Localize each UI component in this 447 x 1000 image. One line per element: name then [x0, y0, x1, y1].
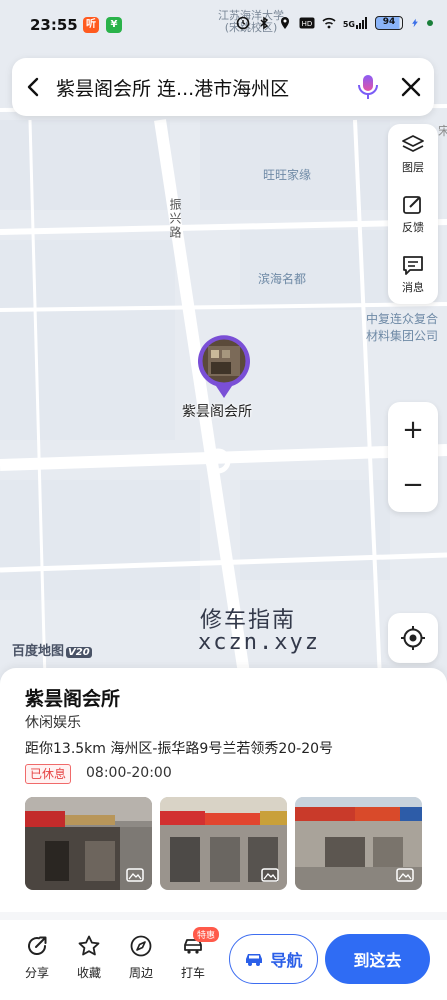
share-label: 分享 — [24, 966, 49, 980]
favorite-label: 收藏 — [76, 966, 101, 980]
clear-search-button[interactable] — [388, 58, 434, 116]
status-time: 23:55 — [30, 16, 78, 34]
car-icon — [246, 954, 263, 966]
locate-me-button[interactable] — [388, 613, 438, 663]
compass-icon — [130, 935, 152, 957]
baidu-map-logo: 百度地图 V20 — [12, 640, 92, 659]
map-label-edge: 宋 — [438, 124, 447, 138]
place-photo-3[interactable] — [295, 797, 422, 890]
gallery-icon — [396, 868, 414, 882]
watermark-en: xczn.xyz — [198, 630, 320, 655]
business-hours: 08:00-20:00 — [86, 765, 172, 781]
layers-button[interactable]: 图层 — [388, 124, 438, 184]
status-bar: 23:55 听 ¥ 江苏海洋大学 (宋跳校区) HD 5G 94 — [0, 0, 447, 50]
feedback-button[interactable]: 反馈 — [388, 184, 438, 244]
section-divider — [0, 912, 447, 920]
navigate-button[interactable]: 导航 — [229, 934, 318, 984]
share-button[interactable]: 分享 — [17, 934, 57, 981]
battery-indicator: 94 — [375, 16, 403, 30]
map-label-zhongfu-line1[interactable]: 中复连众复合 — [366, 310, 438, 327]
go-here-button[interactable]: 到这去 — [325, 934, 430, 984]
road-label-zhenxing: 振兴路 — [168, 198, 182, 240]
network-label: 5G — [342, 20, 355, 29]
photo-strip[interactable] — [25, 797, 422, 890]
taxi-label: 打车 — [180, 966, 205, 980]
microphone-icon — [358, 75, 378, 99]
bluetooth-icon — [260, 16, 269, 30]
search-bar[interactable]: 紫昙阁会所 连...港市海州区 — [12, 58, 434, 116]
back-button[interactable] — [12, 58, 56, 116]
signal-icon: 5G — [343, 17, 368, 29]
zoom-controls: + − — [388, 402, 438, 512]
place-photo-1[interactable] — [25, 797, 152, 890]
place-title: 紫昙阁会所 — [25, 688, 121, 710]
status-dot — [427, 20, 433, 26]
share-icon — [28, 936, 47, 955]
messages-button[interactable]: 消息 — [388, 244, 438, 304]
search-query-text[interactable]: 紫昙阁会所 连...港市海州区 — [56, 74, 348, 101]
layers-label: 图层 — [402, 160, 424, 174]
logo-version: V20 — [66, 647, 92, 658]
map-label-zhongfu-line2[interactable]: 材料集团公司 — [366, 327, 438, 344]
crosshair-locate-icon — [401, 626, 425, 650]
alarm-icon — [236, 16, 250, 30]
logo-text: 百度地图 — [12, 644, 65, 659]
feedback-edit-icon — [403, 195, 421, 214]
zoom-out-button[interactable]: − — [388, 457, 438, 512]
nearby-label: 周边 — [128, 966, 153, 980]
taxi-special-badge: 特惠 — [193, 927, 220, 942]
zoom-in-button[interactable]: + — [388, 402, 438, 457]
place-category: 休闲娱乐 — [25, 715, 81, 731]
nearby-button[interactable]: 周边 — [121, 934, 161, 981]
feedback-label: 反馈 — [402, 220, 424, 234]
svg-text:HD: HD — [302, 20, 313, 28]
star-icon — [78, 935, 100, 956]
gallery-icon — [261, 868, 279, 882]
poi-marker[interactable] — [196, 334, 252, 400]
map-tools-panel: 图层 反馈 消息 — [388, 124, 438, 304]
gallery-icon — [126, 868, 144, 882]
voice-search-button[interactable] — [348, 58, 388, 116]
favorite-button[interactable]: 收藏 — [69, 934, 109, 981]
message-icon — [403, 255, 423, 275]
hd-icon: HD — [299, 17, 315, 29]
app-notification-icon: 听 — [83, 17, 99, 33]
place-photo-2[interactable] — [160, 797, 287, 890]
layers-icon — [402, 134, 424, 152]
go-here-label: 到这去 — [353, 951, 402, 970]
place-distance-address: 距你13.5km 海州区-振华路9号兰若领秀20-20号 — [25, 741, 334, 757]
poi-name-label[interactable]: 紫昙阁会所 — [182, 401, 252, 421]
messages-label: 消息 — [402, 280, 424, 294]
map-label-wangwang[interactable]: 旺旺家缘 — [263, 166, 311, 183]
close-icon — [401, 77, 421, 97]
map-label-binhai[interactable]: 滨海名都 — [258, 270, 306, 287]
navigate-label: 导航 — [270, 951, 303, 970]
business-status-badge: 已休息 — [25, 764, 72, 784]
charging-icon — [412, 18, 418, 28]
wifi-icon — [322, 17, 336, 29]
location-icon — [280, 17, 289, 29]
back-arrow-icon — [27, 77, 39, 97]
app-notification-icon-2: ¥ — [106, 17, 122, 33]
status-icons: HD 5G 94 — [236, 16, 433, 30]
